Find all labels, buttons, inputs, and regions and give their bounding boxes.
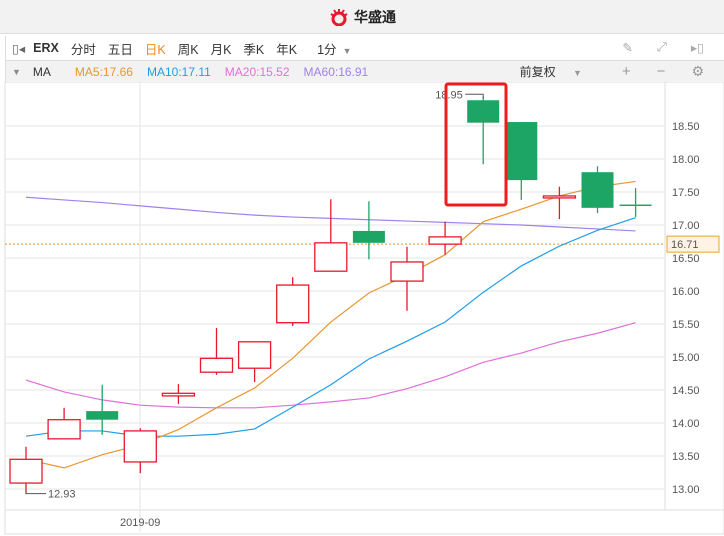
chart-toolbar: ▯◂ ERX 分时 五日 日K 周K 月K 季K 年K 1分 ▼ ✎ ⤢ ▸▯ [5, 36, 724, 61]
y-tick-label: 17.00 [672, 220, 700, 232]
candle [390, 246, 424, 311]
tab-quarterly-k[interactable]: 季K [243, 39, 264, 58]
candle-body [86, 411, 119, 420]
tab-intraday[interactable]: 分时 [71, 39, 96, 58]
candle-body [619, 204, 652, 207]
candle [237, 341, 272, 383]
candle-body [314, 242, 348, 272]
y-tick-label: 16.50 [672, 253, 700, 265]
x-tick-label: 2019-09 [120, 517, 160, 529]
y-tick-label: 15.50 [672, 319, 700, 331]
min-marker-line [25, 490, 46, 495]
expand-panel-icon[interactable]: ▸▯ [691, 40, 704, 55]
tab-yearly-k[interactable]: 年K [276, 39, 297, 58]
candle-body [9, 458, 43, 484]
candle-body [581, 172, 614, 208]
fullscreen-icon[interactable]: ⤢ [657, 40, 667, 55]
candle-body [352, 230, 385, 243]
ma20-line [25, 322, 636, 409]
ma60-value: MA60:16.91 [303, 64, 369, 79]
y-tick-label: 18.50 [672, 121, 700, 133]
candle-body [276, 284, 310, 324]
candle-body [467, 100, 500, 123]
candle-body [390, 261, 424, 282]
brand-name: 华盛通 [354, 8, 396, 25]
candle-body [47, 419, 81, 440]
candle [314, 199, 348, 272]
interval-value: 1分 [317, 42, 337, 57]
candle-body [428, 236, 462, 245]
y-tick-label: 17.50 [672, 187, 700, 199]
candle [9, 446, 43, 494]
candle-body [161, 392, 196, 397]
candle [86, 384, 119, 435]
ma-label: MA [32, 64, 51, 79]
ma-toggle-icon[interactable]: ▼ [12, 67, 21, 77]
pencil-icon[interactable]: ✎ [622, 40, 632, 55]
candle [47, 407, 81, 440]
brand-logo: 华盛通 [328, 7, 396, 27]
interval-select[interactable]: 1分 ▼ [317, 39, 351, 58]
kline-chart[interactable]: 18.50 18.00 17.50 17.00 16.50 16.00 15.50 15.00… [0, 82, 724, 536]
tab-weekly-k[interactable]: 周K [178, 39, 199, 58]
ma20-value: MA20:15.52 [224, 64, 290, 79]
candle [276, 277, 310, 326]
adjust-select[interactable]: 前复权 ▼ [520, 63, 596, 80]
max-marker-line [465, 93, 484, 99]
y-tick-label: 14.50 [672, 385, 700, 397]
candle-body [505, 122, 538, 181]
chevron-down-icon: ▼ [572, 68, 582, 78]
candle-body [123, 430, 157, 463]
adjust-value: 前复权 [519, 65, 556, 79]
ma-indicator-bar: ▼ MA MA5:17.66 MA10:17.11 MA20:15.52 MA6… [5, 61, 724, 82]
zoom-out-icon[interactable]: − [657, 63, 666, 80]
app-header: 华盛通 [0, 0, 724, 34]
ma10-value: MA10:17.11 [146, 64, 211, 79]
candle [123, 428, 157, 474]
y-tick-label: 15.00 [672, 352, 700, 364]
settings-gear-icon[interactable]: ⚙ [691, 63, 704, 80]
tab-daily-k[interactable]: 日K [145, 39, 166, 58]
candle [467, 96, 500, 165]
candle [161, 384, 196, 404]
candle [352, 201, 385, 260]
candle [199, 327, 234, 375]
chart-frame [4, 82, 724, 535]
zoom-in-icon[interactable]: + [622, 63, 631, 80]
candle [581, 166, 614, 214]
y-tick-label: 13.00 [672, 484, 700, 496]
candle-body [237, 341, 272, 369]
min-price-label: 12.93 [48, 489, 76, 501]
candle-body [199, 357, 234, 373]
current-price-label: 16.71 [671, 239, 699, 251]
tab-five-day[interactable]: 五日 [108, 39, 133, 58]
y-tick-label: 13.50 [672, 451, 700, 463]
y-tick-label: 18.00 [672, 154, 700, 166]
candle [505, 122, 538, 200]
candle [428, 221, 462, 255]
y-tick-label: 14.00 [672, 418, 700, 430]
max-price-label: 18.95 [435, 89, 463, 101]
candle-body [542, 195, 577, 199]
ma5-value: MA5:17.66 [74, 64, 133, 79]
tab-monthly-k[interactable]: 月K [211, 39, 232, 58]
symbol-label: ERX [33, 41, 59, 55]
collapse-sidebar-icon[interactable]: ▯◂ [12, 41, 25, 56]
y-tick-label: 16.00 [672, 286, 700, 298]
chevron-down-icon: ▼ [342, 45, 352, 56]
logo-icon [330, 8, 348, 26]
